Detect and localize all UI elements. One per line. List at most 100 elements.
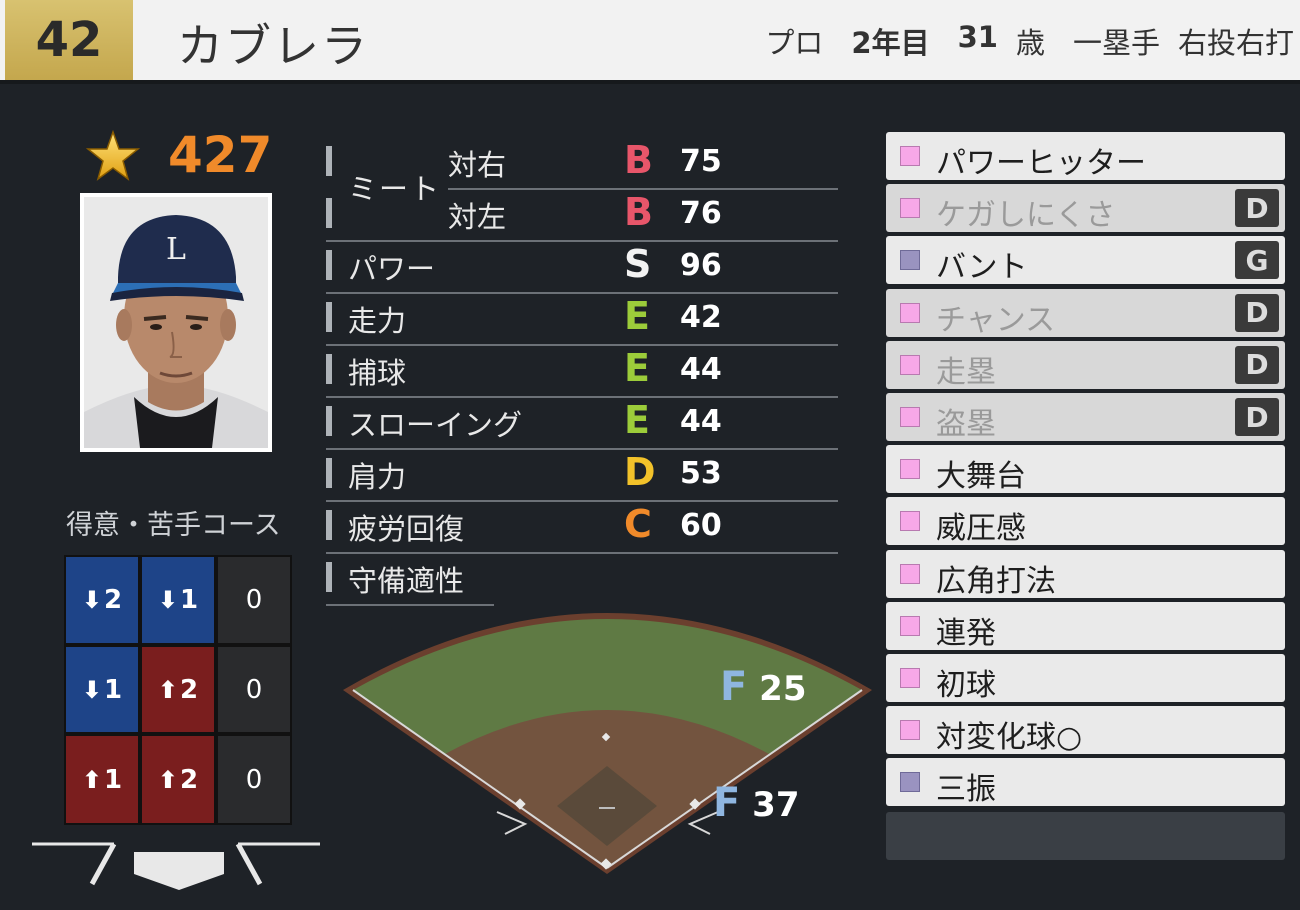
rank-badge: E — [624, 294, 650, 338]
ability-item[interactable]: 連発 — [886, 601, 1285, 651]
rating-label: スローイング — [348, 408, 523, 442]
position-rating-right-field: F 25 — [720, 664, 807, 710]
ability-label: バント — [936, 250, 1028, 286]
rating-value: 44 — [680, 352, 722, 387]
ability-label: 走塁 — [936, 354, 996, 390]
rank-badge: E — [624, 398, 650, 442]
ability-label: 対変化球○ — [936, 720, 1083, 756]
ability-item[interactable]: 初球 — [886, 654, 1285, 703]
rating-label: 肩力 — [348, 460, 407, 494]
rating-row-speed: 走力 E 42 — [326, 294, 838, 346]
row-divider — [326, 240, 838, 242]
zone-value: 1 — [104, 764, 123, 795]
ability-label: 初球 — [936, 668, 996, 703]
row-divider — [326, 448, 838, 450]
row-marker — [326, 302, 332, 332]
rank-badge: C — [624, 502, 652, 546]
meet-vs-left-label: 対左 — [448, 200, 507, 234]
rating-row-power: パワー S 96 — [326, 242, 838, 294]
ability-color-icon — [900, 668, 920, 688]
ability-color-icon — [900, 250, 920, 271]
ability-grade: D — [1235, 189, 1279, 228]
row-marker — [326, 510, 332, 540]
rating-label: 走力 — [348, 304, 407, 338]
overall-score: 427 — [168, 126, 273, 184]
rating-value: 60 — [680, 508, 722, 543]
zone-value: 1 — [104, 674, 123, 705]
position-value: 25 — [759, 669, 807, 709]
ability-item[interactable]: 威圧感 — [886, 497, 1285, 547]
row-divider — [326, 292, 838, 294]
portrait-image: L — [84, 197, 268, 448]
position-rating-first-base: F 37 — [713, 780, 800, 826]
rating-label: 守備適性 — [348, 564, 465, 598]
ability-color-icon — [900, 354, 920, 375]
svg-text:L: L — [166, 232, 186, 267]
zone-cell: 0 — [216, 555, 292, 645]
row-marker — [326, 198, 332, 228]
ability-item[interactable]: 大舞台 — [886, 445, 1285, 494]
home-plate-icon — [32, 842, 320, 890]
player-portrait: L — [80, 193, 272, 452]
position-value: 37 — [752, 785, 800, 825]
rating-row-recovery: 疲労回復 C 60 — [326, 502, 838, 554]
rating-label: パワー — [348, 252, 436, 286]
ability-item[interactable]: 走塁 D — [886, 340, 1285, 390]
arrow-down-icon: ⬇ — [81, 675, 102, 704]
zone-cell: ⬇ 1 — [140, 555, 216, 645]
rating-value: 75 — [680, 144, 722, 179]
ability-grade: D — [1235, 293, 1279, 332]
rating-value: 53 — [680, 456, 722, 491]
row-divider — [326, 500, 838, 502]
rating-row-throwing: スローイング E 44 — [326, 398, 838, 450]
ability-item[interactable]: 広角打法 — [886, 549, 1285, 599]
arrow-up-icon: ⬆ — [157, 675, 178, 704]
rating-value: 42 — [680, 300, 722, 335]
ability-label: パワーヒッター — [936, 146, 1146, 181]
row-marker — [326, 354, 332, 384]
ability-label: ケガしにくさ — [936, 198, 1116, 234]
ability-item[interactable]: 対変化球○ — [886, 706, 1285, 756]
ability-label: 威圧感 — [936, 511, 1026, 547]
career-type: プロ — [765, 26, 824, 60]
defense-field-diagram — [343, 613, 872, 874]
rank-badge: D — [624, 450, 656, 494]
player-header: 42 カブレラ プロ 2年目 31 歳 一塁手 右投右打 — [0, 0, 1300, 80]
ability-slot-empty — [886, 812, 1285, 860]
row-divider — [326, 396, 838, 398]
rating-value: 76 — [680, 196, 722, 231]
ability-item[interactable]: 盗塁 D — [886, 393, 1285, 442]
ability-grade: D — [1235, 345, 1279, 384]
player-name: カブレラ — [177, 19, 369, 73]
rank-badge: E — [624, 346, 650, 390]
rating-row-catch: 捕球 E 44 — [326, 346, 838, 398]
meet-label: ミート — [348, 172, 442, 206]
zone-cell: 0 — [216, 734, 292, 825]
ability-item[interactable]: 三振 — [886, 758, 1285, 807]
ability-item[interactable]: パワーヒッター — [886, 132, 1285, 181]
row-marker — [326, 458, 332, 488]
ability-color-icon — [900, 302, 920, 323]
ability-color-icon — [900, 459, 920, 480]
position-grade: F — [713, 780, 741, 826]
ability-item[interactable]: チャンス D — [886, 288, 1285, 338]
row-marker — [326, 250, 332, 280]
row-divider — [326, 552, 838, 554]
ability-color-icon — [900, 772, 920, 793]
ability-color-icon — [900, 407, 920, 427]
row-marker — [326, 146, 332, 176]
ability-color-icon — [900, 511, 920, 532]
hot-cold-zone-grid: ⬇ 2 ⬇ 1 0 ⬇ 1 ⬆ 2 0 ⬆ 1 ⬆ 2 0 — [64, 555, 292, 825]
zone-cell: ⬆ 2 — [140, 645, 216, 734]
meet-vs-right-label: 対右 — [448, 148, 507, 182]
ability-item[interactable]: バント G — [886, 236, 1285, 286]
rank-badge: S — [624, 242, 652, 286]
row-marker — [326, 562, 332, 592]
course-title: 得意・苦手コース — [66, 510, 281, 541]
position-grade: F — [720, 664, 748, 710]
ability-grade: G — [1235, 241, 1279, 280]
ability-label: 連発 — [936, 615, 996, 651]
rank-badge: B — [624, 138, 653, 182]
zone-value: 0 — [245, 764, 263, 795]
ability-item[interactable]: ケガしにくさ D — [886, 184, 1285, 234]
